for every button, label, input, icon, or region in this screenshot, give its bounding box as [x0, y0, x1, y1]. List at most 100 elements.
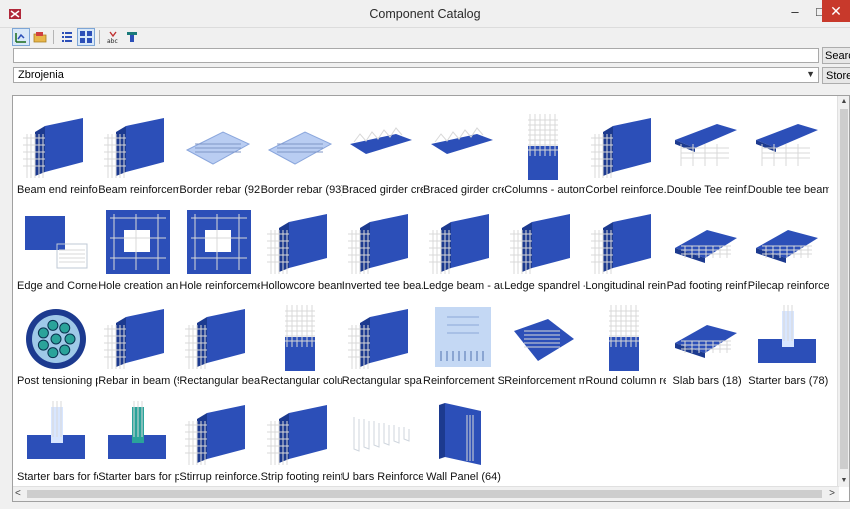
double-tee-beam-icon — [755, 124, 818, 166]
thumbnail-panel: Beam end reinfor...Beam reinforcem...Bor… — [12, 95, 850, 502]
pilecap-reinforcement-icon — [755, 229, 818, 263]
catalog-item[interactable]: Slab bars (18) — [667, 289, 748, 387]
store-button[interactable]: Store — [822, 67, 850, 84]
starter-bars-pile-icon — [108, 400, 167, 459]
catalog-item[interactable]: Reinforcement m... — [504, 289, 585, 387]
catalog-item-label: Reinforcement m... — [504, 375, 585, 387]
catalog-item[interactable]: Columns - autom... — [504, 98, 585, 196]
catalog-item[interactable]: Ledge spandrel - ... — [504, 194, 585, 292]
abc-sort-icon: abc — [107, 31, 118, 44]
scroll-left-icon[interactable]: < — [15, 488, 21, 499]
catalog-item[interactable]: Rectangular bea... — [179, 289, 260, 387]
horizontal-scrollbar[interactable]: < > — [13, 486, 839, 501]
folder-button[interactable] — [31, 28, 49, 46]
reinforcement-strip-icon — [435, 307, 491, 367]
filter-button[interactable] — [123, 28, 141, 46]
corbel-reinforcement-icon — [591, 118, 652, 178]
catalog-item-label: Starter bars for fo... — [17, 470, 98, 483]
pad-footing-icon — [674, 229, 737, 263]
starter-bars-icon — [757, 305, 816, 363]
rectangular-beam-icon — [185, 309, 246, 369]
close-button[interactable]: ✕ — [822, 0, 850, 22]
chevron-down-icon: ▼ — [806, 69, 815, 79]
reinforcement-mesh-icon — [514, 319, 575, 361]
catalog-item[interactable]: Border rebar (92) — [179, 98, 260, 196]
catalog-item-label: Wall Panel (64) — [426, 470, 501, 483]
toolbar-separator — [53, 30, 54, 44]
catalog-item[interactable]: Braced girder cre... — [423, 98, 504, 196]
title-bar: Component Catalog – □ ✕ — [0, 0, 850, 28]
beam-reinforcement-icon — [104, 118, 165, 178]
longitudinal-reinforcement-icon — [591, 213, 652, 274]
catalog-item-label: Starter bars (78) — [748, 375, 829, 387]
list-view-button[interactable] — [58, 28, 76, 46]
catalog-item[interactable]: Rebar in beam (90) — [98, 289, 179, 387]
catalog-item[interactable]: Beam end reinfor... — [17, 98, 98, 196]
filter-icon — [127, 32, 137, 42]
horizontal-scroll-thumb[interactable] — [27, 490, 822, 498]
thumbnail-view-button[interactable] — [77, 28, 95, 46]
catalog-item[interactable]: Stirrup reinforce... — [179, 385, 261, 483]
vertical-scrollbar[interactable]: ▲ ▼ — [837, 96, 849, 487]
catalog-item[interactable]: Starter bars (78) — [748, 289, 829, 387]
starter-bars-footing-icon — [27, 400, 85, 459]
catalog-item[interactable]: Pilecap reinforce... — [748, 194, 829, 292]
catalog-item[interactable]: Double Tee reinf... — [667, 98, 748, 196]
catalog-item[interactable]: Reinforcement St... — [423, 289, 504, 387]
svg-text:abc: abc — [107, 38, 118, 44]
ledge-spandrel-icon — [510, 213, 571, 274]
catalog-item[interactable]: Pad footing reinf... — [667, 194, 748, 292]
catalog-item[interactable]: Round column re... — [585, 289, 666, 387]
catalog-item[interactable]: Edge and Corner... — [17, 194, 98, 292]
scroll-up-icon[interactable]: ▲ — [838, 96, 849, 108]
catalog-item[interactable]: Double tee beam... — [748, 98, 829, 196]
catalog-item[interactable]: Inverted tee bea... — [342, 194, 423, 292]
catalog-item[interactable]: Hole creation an... — [98, 194, 179, 292]
strip-footing-icon — [266, 404, 327, 465]
catalog-item-label: Starter bars for pi... — [98, 470, 179, 483]
folder-icon — [33, 32, 47, 43]
scroll-right-icon[interactable]: > — [829, 488, 835, 499]
u-bars-icon — [353, 416, 410, 452]
catalog-item[interactable]: Corbel reinforce... — [585, 98, 666, 196]
group-view-button[interactable] — [12, 28, 30, 46]
catalog-item-label: Round column re... — [585, 375, 666, 387]
catalog-item[interactable]: Braced girder cre... — [342, 98, 423, 196]
catalog-item[interactable]: Ledge beam - au... — [423, 194, 504, 292]
catalog-item[interactable]: Longitudinal reinf... — [585, 194, 666, 292]
catalog-item-label: U bars Reinforce... — [341, 470, 423, 483]
catalog-item[interactable]: Wall Panel (64) — [423, 385, 504, 483]
catalog-item[interactable]: Rectangular colu... — [261, 289, 342, 387]
catalog-dropdown[interactable]: Zbrojenia ▼ — [13, 67, 819, 83]
wall-panel-icon — [439, 402, 481, 465]
catalog-item[interactable]: Post tensioning p... — [17, 289, 98, 387]
catalog-item[interactable]: Starter bars for fo... — [17, 385, 98, 483]
round-column-icon — [609, 305, 640, 371]
window-title: Component Catalog — [369, 7, 481, 21]
list-view-icon — [62, 32, 72, 42]
stirrup-reinforcement-icon — [185, 404, 246, 465]
catalog-item-label: Stirrup reinforce... — [179, 470, 261, 483]
catalog-item[interactable]: Strip footing reinf... — [261, 385, 342, 483]
catalog-item[interactable]: Border rebar (93) — [261, 98, 342, 196]
vertical-scroll-thumb[interactable] — [840, 109, 848, 469]
catalog-item[interactable]: U bars Reinforce... — [341, 385, 423, 483]
catalog-item[interactable]: Rectangular spa... — [342, 289, 423, 387]
border-rebar-icon — [186, 131, 251, 165]
hole-creation-icon — [106, 209, 171, 274]
slab-bars-icon — [674, 325, 737, 358]
scroll-down-icon[interactable]: ▼ — [838, 475, 849, 487]
border-rebar-icon — [267, 131, 332, 165]
thumbnail-view-icon — [80, 31, 92, 43]
post-tensioning-icon — [26, 309, 86, 369]
catalog-item[interactable]: Hollowcore beam... — [261, 194, 342, 292]
double-tee-icon — [674, 124, 737, 166]
search-input[interactable] — [13, 48, 819, 63]
search-button[interactable]: Search — [822, 47, 850, 64]
catalog-item[interactable]: Starter bars for pi... — [98, 385, 179, 483]
hole-reinforcement-icon — [187, 209, 252, 274]
catalog-item[interactable]: Beam reinforcem... — [98, 98, 179, 196]
group-view-icon — [15, 33, 26, 43]
catalog-item[interactable]: Hole reinforceme... — [179, 194, 260, 292]
abc-sort-button[interactable]: abc — [104, 28, 122, 46]
